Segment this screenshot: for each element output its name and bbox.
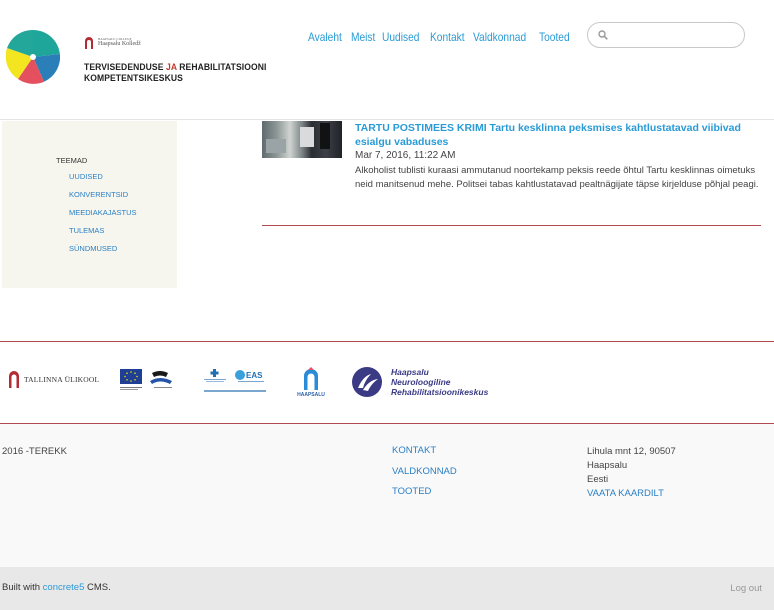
built-suffix: CMS. — [84, 582, 111, 593]
partners-divider-top — [0, 341, 774, 342]
college-logo: HAAPSALU COLLEGE Haapsalu Kolledž — [84, 36, 141, 49]
search-icon — [598, 30, 608, 40]
article-thumbnail[interactable] — [262, 121, 342, 158]
nav-item-meist[interactable]: Meist — [351, 30, 375, 44]
college-emblem-icon — [85, 37, 93, 49]
sidebar-item-konverentsid[interactable]: KONVERENTSID — [69, 190, 137, 208]
sidebar-item-sundmused[interactable]: SÜNDMUSED — [69, 244, 137, 262]
brand-line2: KOMPETENTSIKESKUS — [84, 73, 183, 84]
partner-neuro-text: Haapsalu Neuroloogiline Rehabilitatsioon… — [391, 367, 488, 397]
brand-line1b: REHABILITATSIOONI — [179, 62, 267, 73]
partner-logo-eu-funds[interactable] — [120, 369, 176, 395]
college-name: Haapsalu Kolledž — [98, 41, 141, 47]
nav-item-kontakt[interactable]: Kontakt — [430, 30, 465, 44]
neuro-hands-icon — [352, 367, 382, 397]
site-footer: 2016 -TEREKK KONTAKT VALDKONNAD TOOTED L… — [0, 424, 774, 567]
article-divider — [262, 225, 761, 226]
nav-item-tooted[interactable]: Tooted — [539, 30, 570, 44]
partner-tlu-name: TALLINNA ÜLIKOOL — [24, 374, 100, 384]
article-title[interactable]: TARTU POSTIMEES KRIMI Tartu kesklinna pe… — [355, 121, 755, 149]
sidebar-item-meediakajastus[interactable]: MEEDIAKAJASTUS — [69, 208, 137, 226]
footer-copyright: 2016 -TEREKK — [2, 446, 67, 457]
nav-item-avaleht[interactable]: Avaleht — [308, 30, 342, 44]
address-street: Lihula mnt 12, 90507 — [587, 446, 676, 457]
haapsalu-emblem-icon: HAAPSALU — [297, 367, 325, 398]
neuro-line-3: Rehabilitatsioonikeskus — [391, 387, 489, 397]
site-header: HAAPSALU COLLEGE Haapsalu Kolledž TERVIS… — [0, 0, 774, 120]
built-with-text: Built with concrete5 CMS. — [2, 582, 111, 593]
brand-title: TERVISEDENDUSE JA REHABILITATSIOONI KOMP… — [84, 62, 266, 84]
search-input[interactable] — [614, 27, 734, 44]
search-box — [587, 22, 745, 48]
article-date: Mar 7, 2016, 11:22 AM — [355, 150, 456, 161]
partner-logo-tlu[interactable]: TALLINNA ÜLIKOOL — [8, 370, 99, 388]
article-excerpt: Alkoholist tublisti kuraasi ammutanud no… — [355, 165, 759, 190]
address-country: Eesti — [587, 474, 609, 485]
nav-item-uudised[interactable]: Uudised — [382, 30, 419, 44]
brand-line1a: TERVISEDENDUSE — [84, 62, 164, 73]
sidebar-title: TEEMAD — [56, 156, 88, 165]
brand-ja: JA — [165, 62, 177, 73]
map-link[interactable]: VAATA KAARDILT — [587, 488, 664, 499]
partner-logo-neuro-rehab[interactable]: Haapsalu Neuroloogiline Rehabilitatsioon… — [351, 366, 488, 398]
nav-item-valdkonnad[interactable]: Valdkonnad — [473, 30, 526, 44]
partner-logo-haapsalu[interactable]: HAAPSALU — [296, 366, 326, 398]
built-prefix: Built with — [2, 582, 43, 593]
tlu-emblem-icon — [9, 371, 19, 388]
cms-link[interactable]: concrete5 — [43, 582, 85, 593]
site-logo[interactable] — [6, 30, 60, 84]
footer-links: KONTAKT VALDKONNAD TOOTED — [392, 445, 457, 507]
sidebar-item-uudised[interactable]: UUDISED — [69, 172, 137, 190]
neuro-line-2: Neuroloogiline — [391, 377, 451, 387]
neuro-line-1: Haapsalu — [391, 367, 429, 377]
partner-haapsalu-name: HAAPSALU — [297, 392, 325, 398]
footer-link-valdkonnad[interactable]: VALDKONNAD — [392, 466, 457, 487]
main-nav: Avaleht Meist Uudised Kontakt Valdkonnad… — [308, 30, 569, 44]
footer-address: Lihula mnt 12, 90507 Haapsalu Eesti VAAT… — [587, 445, 676, 501]
sidebar-item-tulemas[interactable]: TULEMAS — [69, 226, 137, 244]
footer-link-tooted[interactable]: TOOTED — [392, 486, 457, 507]
address-city: Haapsalu — [587, 460, 628, 471]
partner-logo-eas[interactable]: EAS — [202, 367, 268, 397]
sidebar-topic-list: UUDISED KONVERENTSID MEEDIAKAJASTUS TULE… — [69, 172, 137, 262]
sidebar: TEEMAD UUDISED KONVERENTSID MEEDIAKAJAST… — [2, 121, 177, 288]
svg-text:EAS: EAS — [246, 371, 263, 380]
bottom-bar: Built with concrete5 CMS. Log out — [0, 567, 774, 610]
footer-link-kontakt[interactable]: KONTAKT — [392, 445, 457, 466]
logout-link[interactable]: Log out — [730, 583, 762, 594]
